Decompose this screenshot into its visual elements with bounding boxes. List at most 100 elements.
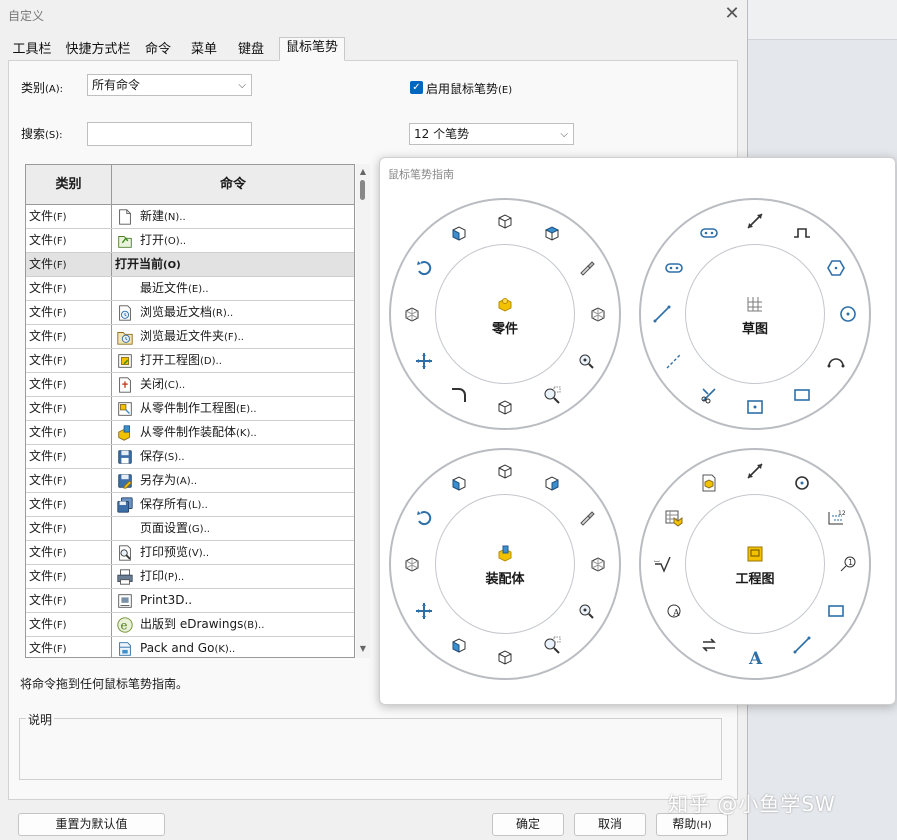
note-icon[interactable]: 1 [838,554,858,574]
polygon-icon[interactable] [826,258,846,278]
center-rectangle-icon[interactable] [745,397,765,417]
gesture-count-select[interactable]: 12 个笔势 ⌵ [409,123,574,145]
step-icon[interactable] [792,223,812,243]
table-row[interactable]: 文件(F) 打开当前(O) [26,253,354,277]
table-row[interactable]: 文件(F) 打开(O).. [26,229,354,253]
assembly-gesture-wheel: 装配体 [389,448,621,680]
flashlight-icon[interactable] [576,258,596,278]
gesture-guide-panel: 鼠标笔势指南 零件 草图 装配体 工程图 123 1 A A ⌴ [379,157,896,705]
table-row[interactable]: 文件(F) 打印预览(V).. [26,541,354,565]
table-row[interactable]: 文件(F) 从零件制作工程图(E).. [26,397,354,421]
cancel-button[interactable]: 取消 [574,813,646,836]
trim-icon[interactable] [699,385,719,405]
rectangle-icon[interactable] [826,601,846,621]
flashlight-icon[interactable] [576,508,596,528]
row-category: 文件(F) [26,589,112,612]
row-command: 从零件制作工程图(E).. [140,401,257,415]
wire-cube-icon[interactable] [588,304,608,324]
iso-cube-icon[interactable] [495,647,515,667]
wheel-center [685,494,825,634]
pan-icon[interactable] [414,601,434,621]
table-row[interactable]: 文件(F) 浏览最近文档(R).. [26,301,354,325]
scroll-down-icon[interactable]: ▼ [357,644,369,656]
ordinate-dimension-icon[interactable]: 123 [826,508,846,528]
row-command: 从零件制作装配体(K).. [140,425,257,439]
surface-finish-icon[interactable]: ⌴ [652,554,672,574]
iso-cube-icon[interactable] [495,211,515,231]
table-row[interactable]: 文件(F) 打开工程图(D).. [26,349,354,373]
tab-toolbars[interactable]: 工具栏 [6,39,58,61]
table-scrollbar[interactable]: ▲ ▼ [356,164,370,658]
centerline-icon[interactable] [664,351,684,371]
table-row[interactable]: 文件(F) 保存(S).. [26,445,354,469]
tab-keyboard[interactable]: 键盘 [230,39,272,61]
auto-balloon-icon[interactable] [792,473,812,493]
table-row[interactable]: 文件(F) 页面设置(G).. [26,517,354,541]
table-header: 类别 命令 [26,165,354,205]
text-icon[interactable]: A [745,647,765,667]
arc-icon[interactable] [826,351,846,371]
model-view-icon[interactable] [699,473,719,493]
tab-commands[interactable]: 命令 [138,39,178,61]
line-icon[interactable] [792,635,812,655]
search-input[interactable] [87,122,252,146]
table-row[interactable]: 文件(F) 浏览最近文件夹(F).. [26,325,354,349]
wheel-label: 零件 [491,322,518,337]
slot-icon[interactable] [664,258,684,278]
top-view-icon[interactable] [542,223,562,243]
tab-mouse-gestures[interactable]: 鼠标笔势 [279,37,345,61]
table-row[interactable]: 文件(F) Print3D.. [26,589,354,613]
table-row[interactable]: 文件(F) 打印(P).. [26,565,354,589]
front-view-icon[interactable] [449,635,469,655]
close-icon[interactable]: ✕ [722,4,742,24]
rotate-icon[interactable] [414,258,434,278]
scroll-thumb[interactable] [360,180,365,200]
scroll-up-icon[interactable]: ▲ [357,167,369,179]
wheel-label: 装配体 [485,572,525,587]
ok-button[interactable]: 确定 [492,813,564,836]
rectangle-icon[interactable] [792,385,812,405]
table-row[interactable]: 文件(F) 关闭(C).. [26,373,354,397]
leader-note-icon[interactable]: A [664,601,684,621]
svg-text:e: e [121,619,128,633]
slot-icon[interactable] [699,223,719,243]
smart-dimension-icon[interactable] [745,211,765,231]
tab-menus[interactable]: 菜单 [184,39,224,61]
front-view-icon[interactable] [449,473,469,493]
row-command: 打开(O).. [140,233,187,247]
table-row[interactable]: 文件(F) 从零件制作装配体(K).. [26,421,354,445]
table-row[interactable]: 文件(F) 另存为(A).. [26,469,354,493]
bom-table-icon[interactable] [664,508,684,528]
iso-cube-icon[interactable] [495,461,515,481]
column-header-command[interactable]: 命令 [112,165,354,205]
zoom-area-icon[interactable] [542,635,562,655]
table-row[interactable]: 文件(F) e 出版到 eDrawings(B).. [26,613,354,637]
wire-cube-icon[interactable] [588,554,608,574]
category-select[interactable]: 所有命令 ⌵ [87,74,252,96]
rotate-icon[interactable] [414,508,434,528]
circle-icon[interactable] [838,304,858,324]
table-row[interactable]: 文件(F) Pack and Go(K).. [26,637,354,657]
table-row[interactable]: 文件(F) 最近文件(E).. [26,277,354,301]
wire-cube-icon[interactable] [402,304,422,324]
zoom-area-icon[interactable] [542,385,562,405]
wire-cube-icon[interactable] [402,554,422,574]
smart-dimension-icon[interactable] [745,461,765,481]
pan-icon[interactable] [414,351,434,371]
enable-gestures-checkbox[interactable]: ✓ [410,81,423,94]
svg-text:⌴: ⌴ [654,556,660,564]
line-icon[interactable] [652,304,672,324]
column-header-category[interactable]: 类别 [26,165,112,205]
table-row[interactable]: 文件(F) 保存所有(L).. [26,493,354,517]
table-row[interactable]: 文件(F) 新建(N).. [26,205,354,229]
zoom-selection-icon[interactable] [576,601,596,621]
tab-shortcut-bar[interactable]: 快捷方式栏 [60,39,136,61]
reset-defaults-button[interactable]: 重置为默认值 [18,813,165,836]
zoom-selection-icon[interactable] [576,351,596,371]
svg-text:A: A [748,649,763,667]
fillet-icon[interactable] [449,385,469,405]
iso-cube-icon[interactable] [495,397,515,417]
right-view-icon[interactable] [542,473,562,493]
flip-icon[interactable] [699,635,719,655]
front-view-icon[interactable] [449,223,469,243]
